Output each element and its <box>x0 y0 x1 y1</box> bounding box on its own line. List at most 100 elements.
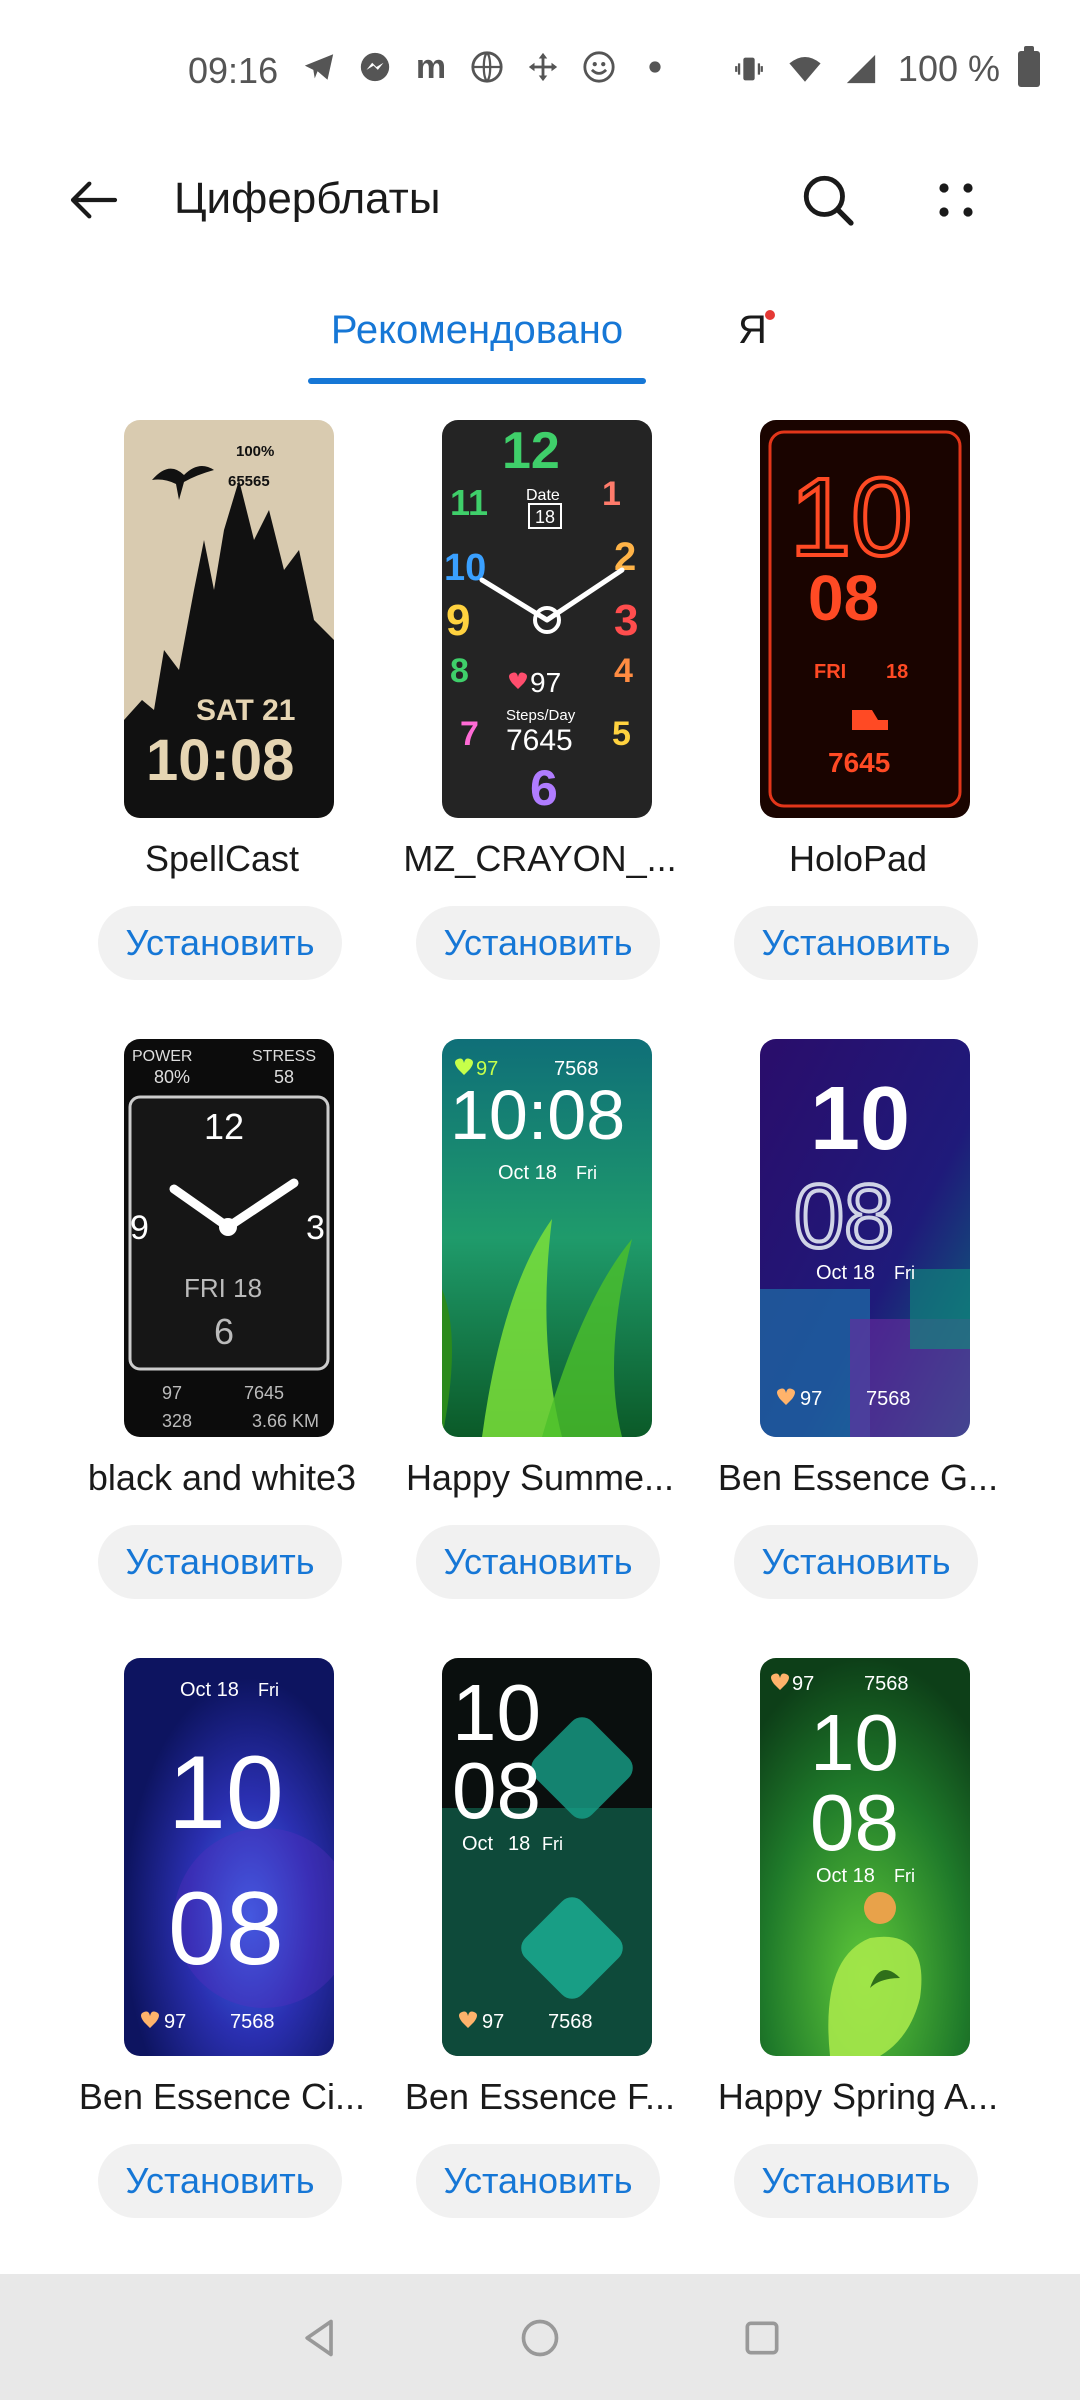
minute-text: 08 <box>808 562 879 634</box>
status-bar: 09:16 m 100 % <box>0 0 1080 140</box>
app-bar: Циферблаты <box>0 140 1080 260</box>
holopad-preview: 10 08 FRI 18 7645 <box>760 420 970 818</box>
search-button[interactable] <box>796 168 860 232</box>
steps-value: 7568 <box>866 1388 911 1410</box>
install-button[interactable]: Установить <box>416 1525 660 1599</box>
watchface-name: Ben Essence F... <box>404 2076 676 2117</box>
battery-icon <box>1018 46 1040 87</box>
steps-text: 7645 <box>828 747 890 778</box>
hour-text: 10 <box>810 1698 899 1787</box>
watchface-card: 100% 65565 SAT 21 10:08 SpellCast Устано… <box>62 420 382 1020</box>
install-button[interactable]: Установить <box>98 1525 342 1599</box>
time-text: 10:08 <box>146 728 294 793</box>
hour-12: 12 <box>204 1106 244 1147</box>
hour-text: 10 <box>452 1668 541 1757</box>
watchface-preview[interactable]: Oct 18 Fri 10 08 97 7568 <box>124 1658 334 2056</box>
emoji-icon <box>580 48 618 86</box>
install-button[interactable]: Установить <box>98 906 342 980</box>
watchface-card: Oct 18 Fri 10 08 97 7568 Ben Essence Ci.… <box>62 1658 382 2258</box>
watchface-preview[interactable]: 100% 65565 SAT 21 10:08 <box>124 420 334 818</box>
stress-label: STRESS <box>252 1048 316 1065</box>
date-value: 18 <box>535 507 555 527</box>
install-button[interactable]: Установить <box>734 2144 978 2218</box>
weekday-text: Fri <box>576 1163 597 1183</box>
watchface-preview[interactable]: 97 7568 10 08 Oct 18 Fri <box>760 1658 970 2056</box>
watchface-card: POWER STRESS 80% 58 12 9 3 FRI 18 6 97 7… <box>62 1039 382 1639</box>
globe-icon <box>468 48 506 86</box>
day-text: 18 <box>508 1833 530 1855</box>
date-text: FRI 18 <box>184 1273 262 1303</box>
tab-recommended[interactable]: Рекомендовано <box>308 308 646 353</box>
weekday-text: FRI <box>814 661 846 683</box>
install-button[interactable]: Установить <box>98 2144 342 2218</box>
weekday-text: Fri <box>894 1866 915 1886</box>
install-button[interactable]: Установить <box>734 1525 978 1599</box>
spellcast-preview: 100% 65565 SAT 21 10:08 <box>124 420 334 818</box>
watchface-card: 97 7568 10:08 Oct 18 Fri Happy Summe... … <box>380 1039 700 1639</box>
more-options-button[interactable] <box>924 168 988 232</box>
watchface-card: 10 08 Oct 18 Fri 97 7568 Ben Essence F..… <box>380 1658 700 2258</box>
tab-indicator <box>308 378 646 384</box>
hour-1: 1 <box>602 475 621 513</box>
ben-essence-f-preview: 10 08 Oct 18 Fri 97 7568 <box>442 1658 652 2056</box>
watchface-preview[interactable]: 10 08 Oct 18 Fri 97 7568 <box>760 1039 970 1437</box>
hour-12: 12 <box>502 422 560 480</box>
tab-me[interactable]: Я <box>738 308 767 353</box>
watchface-name: SpellCast <box>144 838 300 879</box>
hour-8: 8 <box>450 652 469 690</box>
watchface-preview[interactable]: 10 08 FRI 18 7645 <box>760 420 970 818</box>
watchface-preview[interactable]: 97 7568 10:08 Oct 18 Fri <box>442 1039 652 1437</box>
circle-home-icon <box>521 2319 559 2357</box>
heart-rate: 97 <box>164 2011 186 2033</box>
nav-recents-button[interactable] <box>734 2310 790 2366</box>
steps-value: 7568 <box>864 1673 909 1695</box>
signal-icon <box>842 50 880 88</box>
install-button[interactable]: Установить <box>416 2144 660 2218</box>
black-and-white3-preview: POWER STRESS 80% 58 12 9 3 FRI 18 6 97 7… <box>124 1039 334 1437</box>
wifi-icon <box>786 50 824 88</box>
day-text: 18 <box>886 661 908 683</box>
notification-dot <box>765 310 775 320</box>
tab-bar: Рекомендовано Я <box>0 290 1080 390</box>
steps-value: 7645 <box>506 724 573 757</box>
battery-text: 100% <box>236 443 274 460</box>
minute-text: 08 <box>810 1778 899 1867</box>
search-icon <box>803 175 854 226</box>
hour-6: 6 <box>214 1311 234 1352</box>
date-text: Oct 18 <box>816 1865 875 1887</box>
square-recents-icon <box>745 2321 779 2355</box>
back-button[interactable] <box>62 168 126 232</box>
steps-value: 7568 <box>548 2011 593 2033</box>
hour-text: 10 <box>168 1735 284 1851</box>
heart-rate: 97 <box>162 1383 182 1403</box>
heart-rate: 97 <box>800 1388 822 1410</box>
triangle-back-icon <box>305 2319 333 2357</box>
minute-text: 08 <box>794 1167 894 1267</box>
power-value: 80% <box>154 1067 190 1087</box>
nav-back-button[interactable] <box>292 2310 348 2366</box>
watchface-preview[interactable]: 10 08 Oct 18 Fri 97 7568 <box>442 1658 652 2056</box>
date-text: Oct 18 <box>816 1262 875 1284</box>
watchface-preview[interactable]: 12 Date 18 11 1 10 2 9 3 8 4 97 Steps/Da… <box>442 420 652 818</box>
nav-home-button[interactable] <box>512 2310 568 2366</box>
mz-crayon-preview: 12 Date 18 11 1 10 2 9 3 8 4 97 Steps/Da… <box>442 420 652 818</box>
ben-essence-g-preview: 10 08 Oct 18 Fri 97 7568 <box>760 1039 970 1437</box>
weekday-text: Fri <box>258 1680 279 1700</box>
steps-text: 65565 <box>228 473 270 490</box>
month-text: Oct <box>462 1833 494 1855</box>
install-button[interactable]: Установить <box>416 906 660 980</box>
hour-9: 9 <box>130 1209 149 1247</box>
heart-rate: 97 <box>530 667 561 698</box>
hour-11: 11 <box>450 482 488 523</box>
install-button[interactable]: Установить <box>734 906 978 980</box>
calories-value: 328 <box>162 1411 192 1431</box>
status-time: 09:16 <box>188 50 279 91</box>
watchface-name: MZ_CRAYON_... <box>403 838 677 879</box>
watchface-name: Happy Summe... <box>405 1457 675 1498</box>
m-icon: m <box>415 47 447 86</box>
page-title: Циферблаты <box>174 174 441 223</box>
watchface-card: 12 Date 18 11 1 10 2 9 3 8 4 97 Steps/Da… <box>380 420 700 1020</box>
happy-spring-preview: 97 7568 10 08 Oct 18 Fri <box>760 1658 970 2056</box>
messenger-icon <box>356 48 394 86</box>
watchface-preview[interactable]: POWER STRESS 80% 58 12 9 3 FRI 18 6 97 7… <box>124 1039 334 1437</box>
